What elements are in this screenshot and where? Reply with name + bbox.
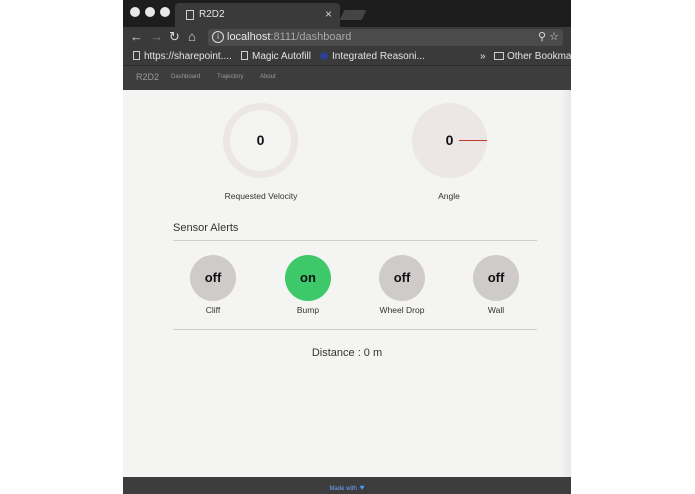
velocity-label: Requested Velocity xyxy=(224,191,298,201)
nav-dashboard[interactable]: Dashboard xyxy=(171,74,200,80)
bookmark-label: Magic Autofill xyxy=(252,51,311,62)
angle-needle xyxy=(459,140,487,141)
browser-toolbar: ← → ↻ ⌂ i localhost:8111/dashboard ⚲ ☆ xyxy=(123,27,571,49)
bookmarks-overflow-button[interactable]: » xyxy=(480,51,486,62)
heart-icon: ♥ xyxy=(359,483,365,492)
zoom-window-button[interactable] xyxy=(160,7,170,17)
folder-icon xyxy=(494,52,504,60)
divider xyxy=(173,240,537,241)
bookmark-integrated-reasoning[interactable]: Integrated Reasoni... xyxy=(320,51,425,62)
sensor-wheel-drop-label: Wheel Drop xyxy=(379,305,425,315)
other-bookmarks-label: Other Bookmar xyxy=(507,51,571,62)
footer-text: Made with xyxy=(329,486,357,492)
angle-label: Angle xyxy=(438,191,460,201)
address-bar[interactable]: i localhost:8111/dashboard ⚲ ☆ xyxy=(208,29,563,46)
sensor-cliff-indicator: off xyxy=(190,255,236,301)
tab-close-icon[interactable]: × xyxy=(325,7,332,21)
velocity-value: 0 xyxy=(256,132,265,148)
tab-r2d2[interactable]: R2D2 × xyxy=(175,3,340,27)
page-icon xyxy=(186,10,194,20)
bookmark-magic-autofill[interactable]: Magic Autofill xyxy=(241,51,311,62)
sensor-wall-indicator: off xyxy=(473,255,519,301)
reload-icon[interactable]: ↻ xyxy=(169,29,180,45)
nav-about[interactable]: About xyxy=(260,74,276,80)
distance-readout: Distance : 0 m xyxy=(311,347,383,359)
globe-icon xyxy=(320,52,328,60)
bookmark-sharepoint[interactable]: https://sharepoint.... xyxy=(133,51,232,62)
sensor-wheel-drop-indicator: off xyxy=(379,255,425,301)
search-star-icons[interactable]: ⚲ ☆ xyxy=(538,30,559,43)
app-brand[interactable]: R2D2 xyxy=(136,72,159,82)
sensor-wall-label: Wall xyxy=(487,305,505,315)
page-icon xyxy=(241,51,248,60)
bookmarks-bar: https://sharepoint.... Magic Autofill In… xyxy=(123,49,571,66)
browser-window: R2D2 × ← → ↻ ⌂ i localhost:8111/dashboar… xyxy=(123,0,571,494)
divider xyxy=(173,329,537,330)
sensor-alerts-title: Sensor Alerts xyxy=(173,222,239,234)
nav-trajectory[interactable]: Trajectory xyxy=(217,74,243,80)
url-path: :8111/dashboard xyxy=(270,31,352,43)
url-text: localhost:8111/dashboard xyxy=(227,31,351,43)
tab-title: R2D2 xyxy=(199,9,225,20)
new-tab-button[interactable] xyxy=(339,10,367,20)
title-bar: R2D2 × xyxy=(123,0,571,27)
angle-gauge: 0 xyxy=(412,103,487,178)
velocity-gauge: 0 xyxy=(223,103,298,178)
minimize-window-button[interactable] xyxy=(145,7,155,17)
app-navbar: R2D2 Dashboard Trajectory About xyxy=(123,66,571,90)
close-window-button[interactable] xyxy=(130,7,140,17)
scrollbar[interactable] xyxy=(561,90,571,477)
other-bookmarks[interactable]: Other Bookmar xyxy=(494,51,571,62)
footer: Made with ♥ xyxy=(123,477,571,494)
sensor-cliff-label: Cliff xyxy=(205,305,221,315)
info-icon[interactable]: i xyxy=(212,31,224,43)
sensor-bump-label: Bump xyxy=(296,305,320,315)
bookmark-label: Integrated Reasoni... xyxy=(332,51,425,62)
sensor-bump-indicator: on xyxy=(285,255,331,301)
url-host: localhost xyxy=(227,31,271,43)
forward-icon[interactable]: → xyxy=(150,29,163,44)
back-icon[interactable]: ← xyxy=(130,29,143,44)
home-icon[interactable]: ⌂ xyxy=(188,29,196,44)
page-icon xyxy=(133,51,140,60)
bookmark-label: https://sharepoint.... xyxy=(144,51,232,62)
